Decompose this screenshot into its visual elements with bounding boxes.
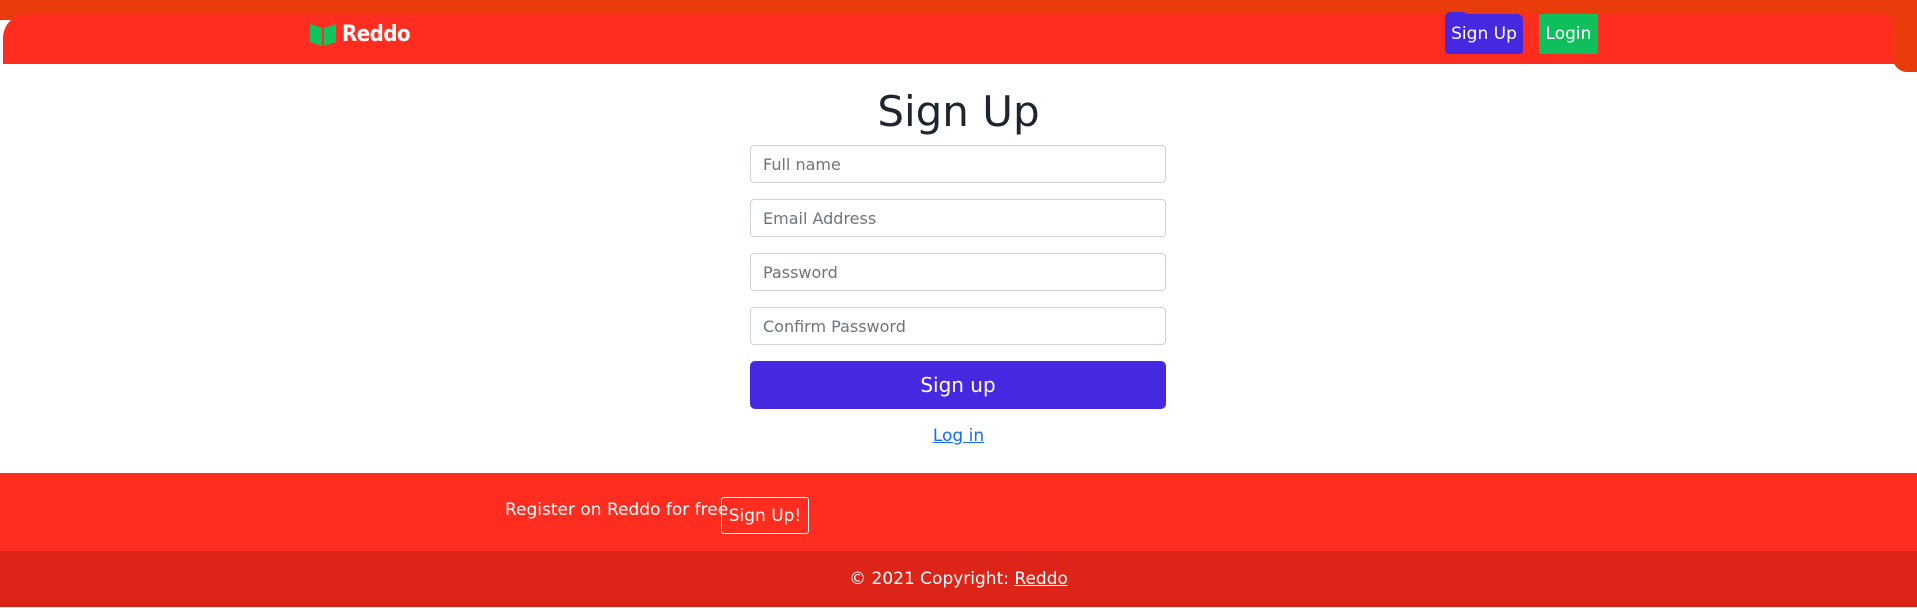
login-link-row: Log in <box>0 426 1917 446</box>
email-input[interactable] <box>750 199 1166 237</box>
open-book-icon <box>310 24 336 46</box>
nav-login-button[interactable]: Login <box>1539 14 1598 54</box>
brand-name: Reddo <box>342 21 411 47</box>
brand-logo[interactable]: Reddo <box>309 20 411 48</box>
footer-copyright: © 2021 Copyright: Reddo <box>0 551 1917 607</box>
nav-signup-button[interactable]: Sign Up <box>1445 12 1523 54</box>
navbar <box>3 14 1903 64</box>
copyright-text: © 2021 Copyright: <box>849 569 1009 589</box>
footer-cta-text: Register on Reddo for free <box>505 500 729 520</box>
footer-cta-section: Register on Reddo for free Sign Up! <box>0 473 1917 551</box>
confirm-password-input[interactable] <box>750 307 1166 345</box>
login-link[interactable]: Log in <box>933 426 984 446</box>
signup-submit-button[interactable]: Sign up <box>750 361 1166 409</box>
password-input[interactable] <box>750 253 1166 291</box>
copyright-link[interactable]: Reddo <box>1014 569 1068 589</box>
page-title: Sign Up <box>877 87 1040 136</box>
full-name-input[interactable] <box>750 145 1166 183</box>
header-edge-decoration <box>1893 14 1917 72</box>
footer-signup-button[interactable]: Sign Up! <box>721 497 809 534</box>
